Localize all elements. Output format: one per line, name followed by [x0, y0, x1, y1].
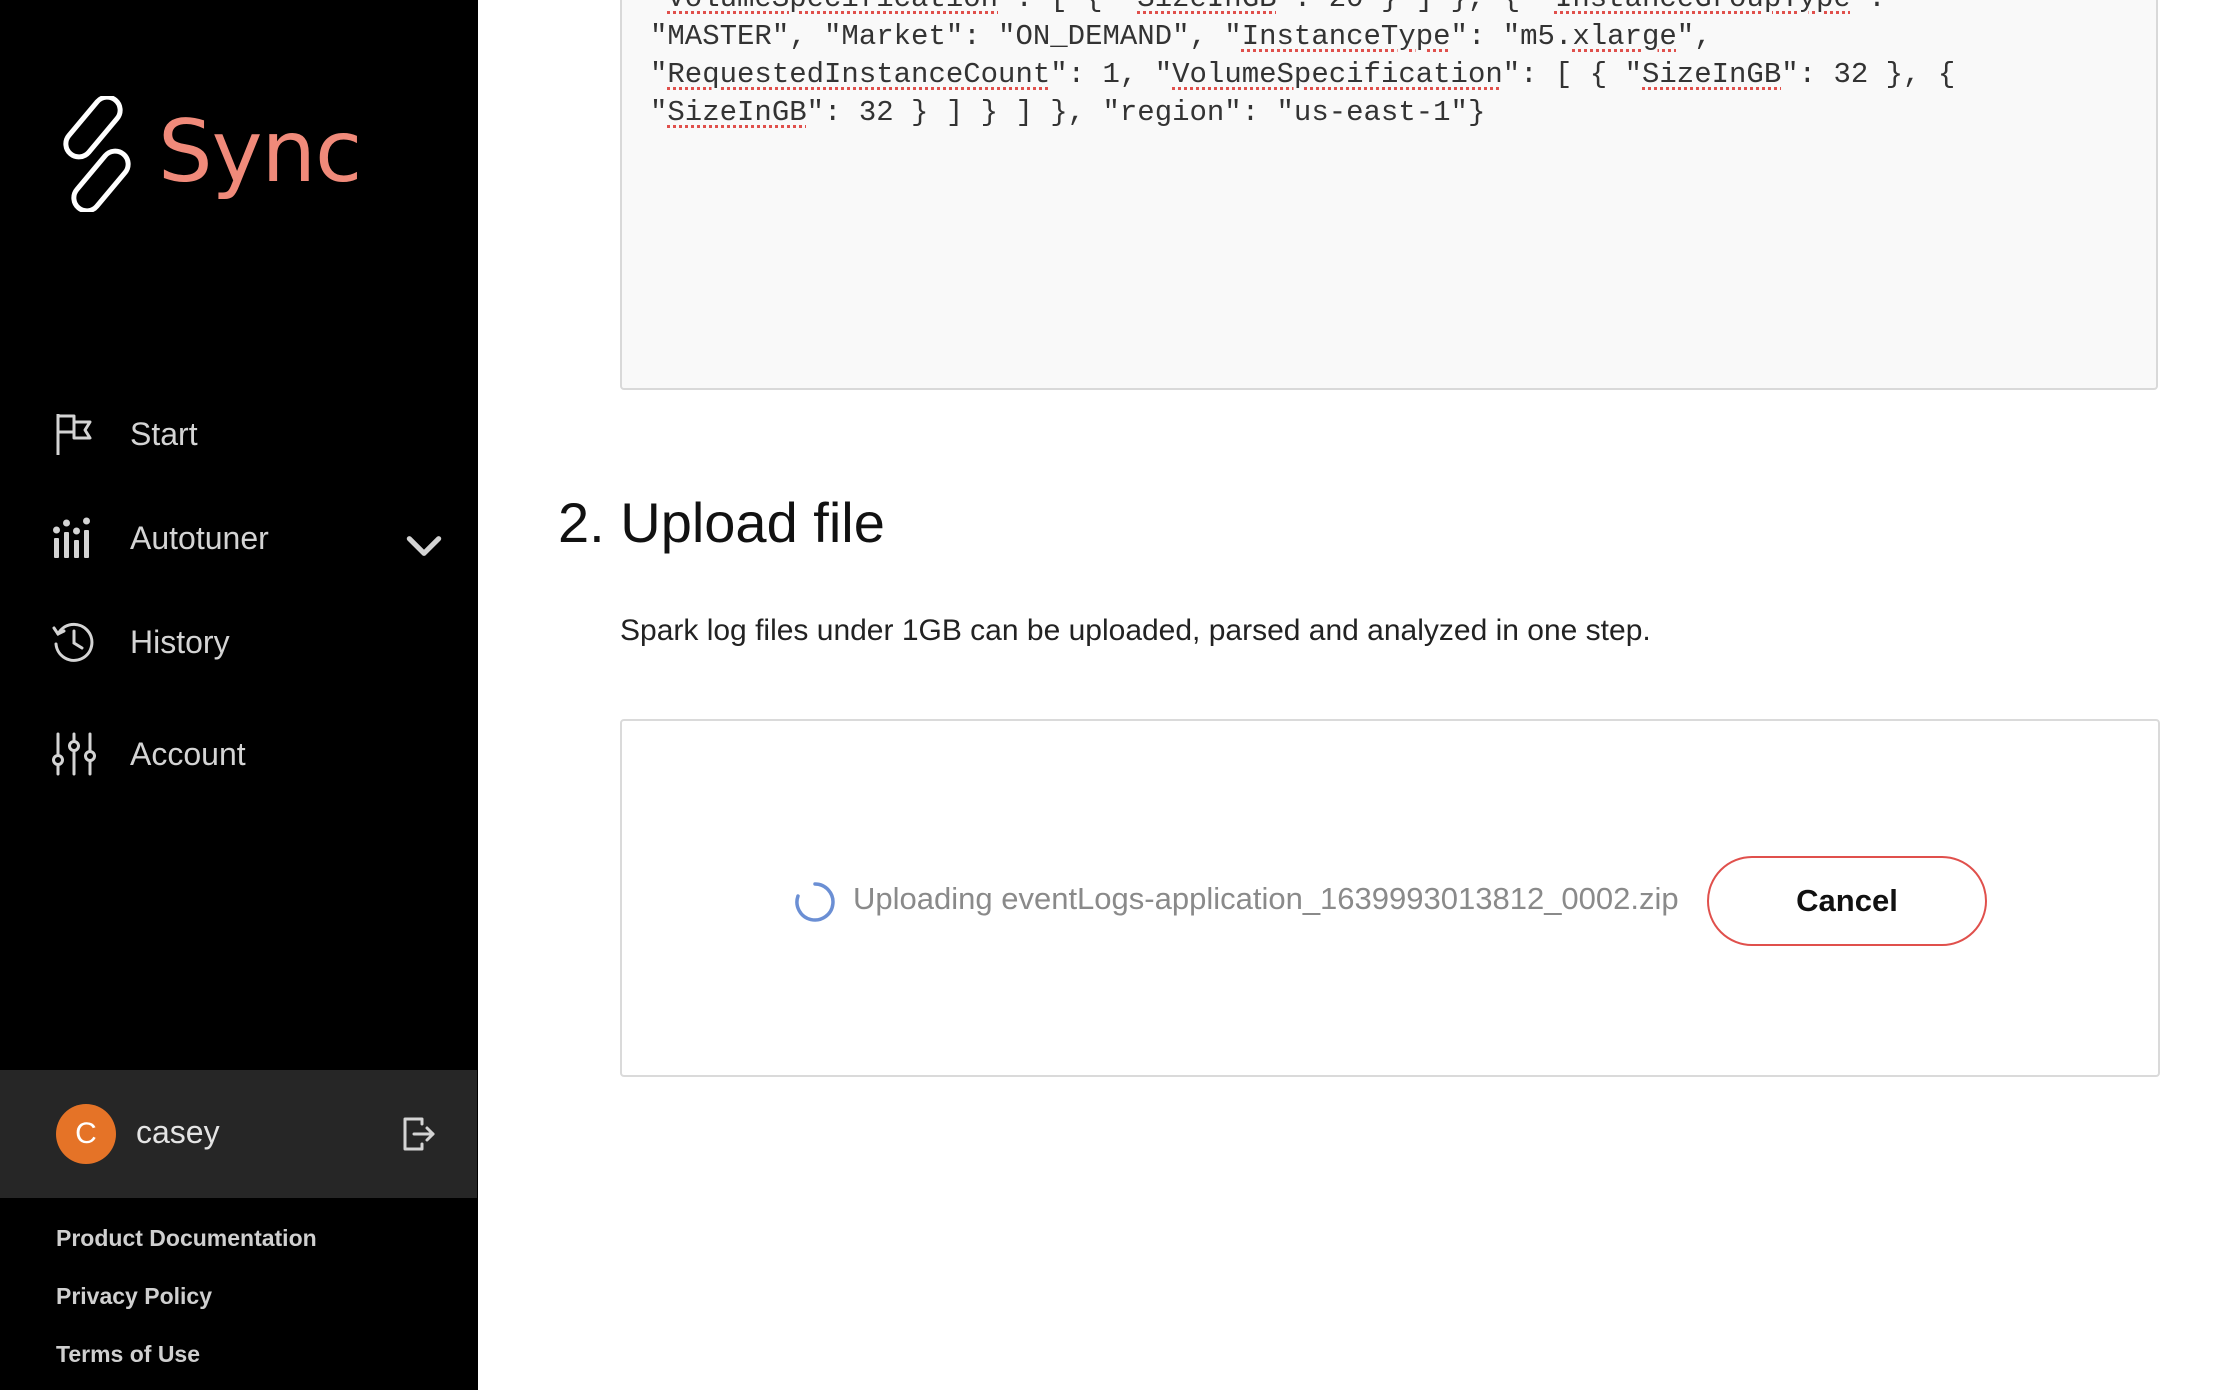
flag-icon — [56, 414, 92, 455]
clock-icon — [52, 622, 94, 662]
sidebar: Sync Start Autotuner History Account C c… — [0, 0, 478, 1390]
user-name: casey — [136, 1114, 220, 1150]
sidebar-item-autotuner[interactable]: Autotuner — [52, 508, 442, 568]
chevron-down-icon[interactable] — [402, 524, 446, 568]
sidebar-item-start[interactable]: Start — [52, 404, 198, 464]
code-line: "VolumeSpecification": [ { "SizeInGB": 2… — [650, 0, 2128, 18]
sidebar-item-history[interactable]: History — [52, 612, 230, 672]
product-documentation-link[interactable]: Product Documentation — [56, 1225, 317, 1252]
loading-spinner-icon — [795, 882, 835, 922]
code-line: "SizeInGB": 32 } ] } ] }, "region": "us-… — [650, 96, 1486, 129]
sidebar-item-label: Start — [130, 415, 198, 452]
upload-dropzone[interactable]: Uploading eventLogs-application_16399930… — [620, 719, 2160, 1077]
sync-logo-icon — [63, 96, 131, 212]
privacy-policy-link[interactable]: Privacy Policy — [56, 1283, 212, 1310]
section-title: 2. Upload file — [558, 491, 885, 554]
sidebar-item-label: Autotuner — [130, 519, 269, 556]
sidebar-item-label: Account — [130, 735, 246, 772]
code-line: "MASTER", "Market": "ON_DEMAND", "Instan… — [650, 20, 1712, 53]
sliders-icon — [52, 732, 96, 776]
sidebar-item-account[interactable]: Account — [52, 724, 246, 784]
user-bar: C casey — [0, 1070, 477, 1198]
sync-logo[interactable]: Sync — [54, 96, 362, 212]
section-description: Spark log files under 1GB can be uploade… — [620, 614, 1651, 647]
code-line: "RequestedInstanceCount": 1, "VolumeSpec… — [650, 58, 1956, 91]
cancel-button[interactable]: Cancel — [1707, 856, 1987, 946]
bar-chart-icon — [53, 517, 90, 558]
avatar[interactable]: C — [56, 1104, 116, 1164]
logout-icon[interactable] — [402, 1116, 436, 1152]
upload-status-text: Uploading eventLogs-application_16399930… — [853, 881, 1679, 916]
cluster-config-textarea[interactable]: "VolumeSpecification": [ { "SizeInGB": 2… — [620, 0, 2158, 390]
app-name: Sync — [158, 102, 362, 202]
sidebar-item-label: History — [130, 623, 230, 660]
terms-of-use-link[interactable]: Terms of Use — [56, 1341, 200, 1368]
